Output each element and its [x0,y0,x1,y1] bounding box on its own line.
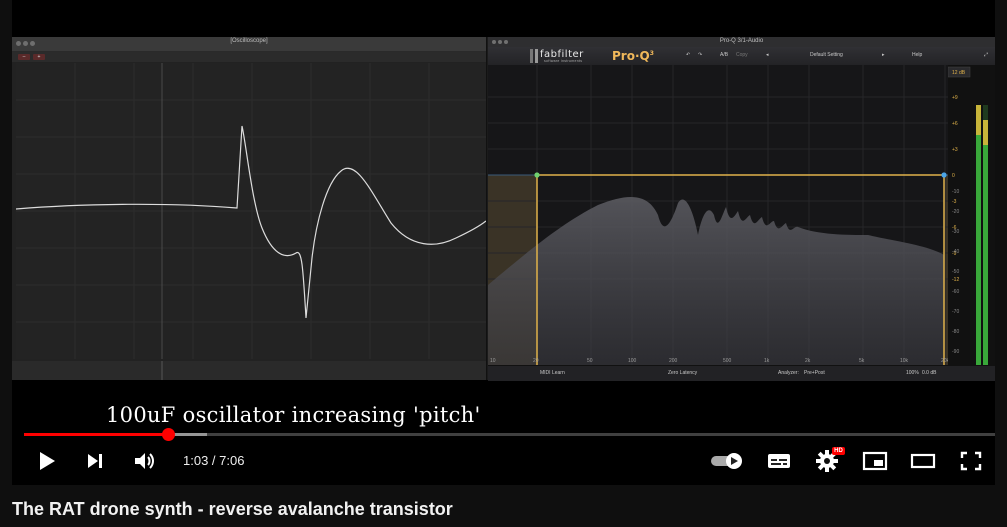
progress-bar[interactable] [24,428,995,441]
analyzer-db-label: -40 [952,249,959,255]
oscilloscope-plot [15,63,487,359]
freq-axis-label: 1k [764,358,770,364]
hd-badge: HD [832,447,845,455]
freq-axis-label: 50 [587,358,593,364]
pro-q-footer: MIDI Learn Zero Latency Analyzer: Pre+Po… [488,365,995,381]
db-axis-label: 0 [952,173,955,179]
freq-left-label: 10 [490,358,496,364]
freq-axis-label: 2k [805,358,811,364]
zoom-value: 100% [906,370,919,376]
range-selector: 12 dB [952,70,966,76]
play-button[interactable] [34,448,60,474]
midi-learn: MIDI Learn [540,370,565,376]
db-axis-label: -3 [952,199,957,205]
freq-axis-label: 10k [900,358,909,364]
miniplayer-icon [862,451,888,471]
theater-icon [910,453,936,469]
analyzer-db-label: -80 [952,329,959,335]
db-axis-label: +3 [952,147,958,153]
db-axis-label: +6 [952,121,958,127]
autoplay-toggle-icon [711,453,742,469]
autoplay-toggle[interactable] [708,448,746,474]
eq-band-1-handle [534,172,540,178]
analyzer-value: Pre+Post [804,370,825,376]
latency-mode: Zero Latency [668,370,698,376]
oscilloscope-trace [15,63,487,359]
eq-band-2-handle [941,172,947,178]
freq-axis-label: 20k [941,358,948,364]
theater-mode-button[interactable] [908,448,938,474]
brand-subtitle: software instruments [544,59,583,63]
video-frame[interactable]: [Oscilloscope] – + Pro-Q 3/1-Audio fabfi… [12,37,995,381]
freq-axis-label: 20 [533,358,539,364]
oscilloscope-window: [Oscilloscope] – + [12,37,487,380]
analyzer-db-label: -30 [952,229,959,235]
copy-button: Copy [736,52,748,58]
subtitles-button[interactable] [764,448,794,474]
pro-q-titlebar: Pro-Q 3/1-Audio [488,37,995,47]
analyzer-db-label: -90 [952,349,959,355]
mute-button[interactable] [130,448,160,474]
output-meter: 12 dB +9 +6 +3 0 -3 -6 -9 -12 -10 -20 -30 -40 -50 -6… [947,65,995,371]
preset-name: Default Setting [810,52,843,58]
eq-graph: 20 50 100 200 500 1k 2k 5k 10k 20k 10 [488,65,948,371]
analyzer-db-label: -60 [952,289,959,295]
product-name: Pro·Q3 [612,49,654,63]
progress-scrubber[interactable] [161,428,175,441]
pro-q-window-title: Pro-Q 3/1-Audio [719,38,764,44]
oscilloscope-toolbar: – + [12,52,486,62]
fullscreen-icon [960,451,982,471]
osc-minus-button: – [18,54,30,60]
osc-plus-button: + [33,54,45,60]
analyzer-db-label: -70 [952,309,959,315]
freq-axis-label: 5k [859,358,865,364]
miniplayer-button[interactable] [860,448,890,474]
analyzer-db-label: -20 [952,209,959,215]
analyzer-label: Analyzer: [778,370,799,376]
video-player[interactable]: [Oscilloscope] – + Pro-Q 3/1-Audio fabfi… [12,0,995,485]
progress-played [24,433,168,436]
fullscreen-plugin-icon: ⤢ [984,52,989,58]
next-icon [88,454,102,468]
oscilloscope-title: [Oscilloscope] [230,38,268,44]
preset-next-icon: ▸ [882,52,885,58]
eq-display: 20 50 100 200 500 1k 2k 5k 10k 20k 10 [488,65,948,371]
analyzer-db-label: -10 [952,189,959,195]
video-title: The RAT drone synth - reverse avalanche … [12,499,453,519]
subtitles-icon [768,454,790,468]
play-icon [40,452,55,470]
fullscreen-button[interactable] [956,448,986,474]
preset-prev-icon: ◂ [766,52,769,58]
undo-icon: ↶ [686,52,691,58]
analyzer-db-label: -50 [952,269,959,275]
pro-q-header: fabfilter software instruments Pro·Q3 ↶ … [488,47,995,66]
oscilloscope-titlebar: [Oscilloscope] [12,37,486,52]
subtitle-caption: 100uF oscillator increasing 'pitch' [106,403,481,427]
output-gain: 0.0 dB [922,370,937,376]
pro-q-window: Pro-Q 3/1-Audio fabfilter software instr… [488,37,995,381]
volume-icon [135,453,154,469]
freq-axis-label: 500 [723,358,732,364]
time-display: 1:03 / 7:06 [183,453,245,468]
oscilloscope-footer [12,361,486,380]
freq-axis-label: 200 [669,358,678,364]
freq-axis-label: 100 [628,358,637,364]
db-axis-label: -12 [952,277,959,283]
redo-icon: ↷ [698,52,703,58]
fabfilter-logo-icon [530,49,538,63]
next-button[interactable] [82,448,108,474]
help-menu: Help [912,52,923,58]
ab-button: A/B [720,52,729,58]
db-axis-label: +9 [952,95,958,101]
